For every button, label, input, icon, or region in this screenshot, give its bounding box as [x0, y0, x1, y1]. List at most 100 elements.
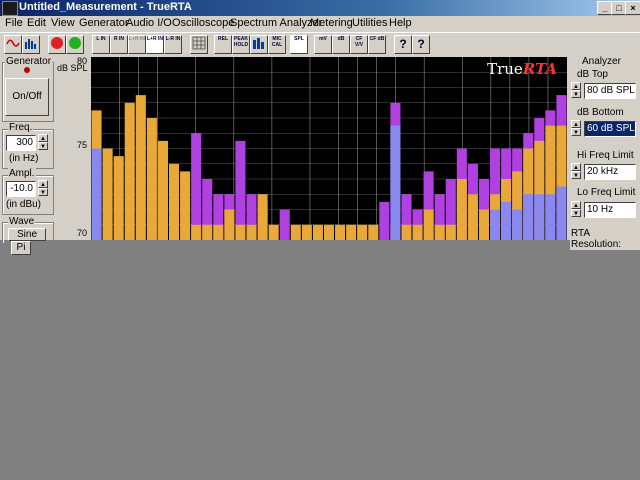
- menu-metering[interactable]: Metering: [310, 17, 353, 29]
- wave-sine-button[interactable]: Sine: [8, 228, 46, 241]
- left-in-button[interactable]: L IN: [92, 35, 110, 54]
- menu-view[interactable]: View: [51, 17, 75, 29]
- lr-in-disabled-button[interactable]: L+R IN: [128, 35, 146, 54]
- orange-bar: [124, 102, 135, 240]
- spectrum-plot: [91, 57, 567, 240]
- orange-bar: [335, 224, 346, 240]
- lr-diff-in-button[interactable]: L-R IN: [164, 35, 182, 54]
- menu-file[interactable]: File: [5, 17, 23, 29]
- bars-button[interactable]: [250, 35, 268, 54]
- hi-freq-spinner[interactable]: ▲ ▼: [571, 163, 581, 181]
- mic-cal-button[interactable]: MIC CAL: [268, 35, 286, 54]
- grid-icon: [192, 36, 206, 50]
- cf-vv-button[interactable]: CF V/V: [350, 35, 368, 54]
- wave-label: Wave: [8, 216, 36, 227]
- lo-freq-input[interactable]: 10 Hz: [584, 202, 636, 218]
- ampl-spinner[interactable]: ▲ ▼: [38, 180, 48, 198]
- blue-bar: [545, 194, 556, 240]
- orange-bar: [257, 194, 268, 240]
- orange-bar: [213, 224, 224, 240]
- mv-button[interactable]: mV: [314, 35, 332, 54]
- freq-input[interactable]: 300: [6, 135, 36, 151]
- orange-bar: [412, 224, 423, 240]
- blue-bar: [91, 148, 102, 240]
- blue-bar: [501, 201, 512, 240]
- analyzer-panel: Analyzer dB Top ▲ ▼ 80 dB SPL dB Bottom ▲…: [567, 56, 640, 250]
- orange-bar: [202, 224, 213, 240]
- menu-oscilloscope[interactable]: Oscilloscope: [172, 17, 234, 29]
- menu-spectrum-analyzer[interactable]: Spectrum Analyzer: [230, 17, 322, 29]
- y-tick-70: 70: [77, 228, 88, 238]
- generator-onoff-button[interactable]: On/Off: [5, 78, 49, 116]
- db-button[interactable]: dB: [332, 35, 350, 54]
- right-in-button[interactable]: R IN: [110, 35, 128, 54]
- go-button[interactable]: [66, 35, 84, 54]
- help-button[interactable]: ?: [394, 35, 412, 54]
- freq-spinner[interactable]: ▲ ▼: [38, 134, 48, 152]
- orange-bar: [323, 224, 335, 240]
- blue-bar: [534, 194, 545, 240]
- spectrum-graph[interactable]: TrueRTA: [55, 57, 567, 240]
- orange-bar: [180, 171, 191, 240]
- menu-audio-io[interactable]: Audio I/O: [126, 17, 172, 29]
- lo-freq-label: Lo Freq Limit: [576, 187, 637, 198]
- y-tick-75: 75: [77, 140, 88, 150]
- go-icon: [69, 37, 81, 49]
- db-top-spinner[interactable]: ▲ ▼: [571, 82, 581, 100]
- orange-bar: [224, 209, 235, 240]
- title-bar: Untitled_Measurement - TrueRTA _ □ ×: [0, 0, 640, 16]
- menu-utilities[interactable]: Utilities: [352, 17, 387, 29]
- y-tick-80: 80: [77, 56, 88, 66]
- menu-generator[interactable]: Generator: [79, 17, 129, 29]
- menu-edit[interactable]: Edit: [27, 17, 46, 29]
- purple-bar: [379, 201, 390, 240]
- freq-unit: (in Hz): [8, 153, 40, 164]
- db-bottom-spinner[interactable]: ▲ ▼: [571, 120, 581, 138]
- orange-bar: [235, 224, 246, 240]
- truerta-logo: TrueRTA: [487, 60, 557, 78]
- grid-button[interactable]: [190, 35, 208, 54]
- stop-icon: [51, 37, 63, 49]
- blue-bar: [556, 186, 567, 240]
- db-bottom-label: dB Bottom: [576, 107, 625, 118]
- close-button[interactable]: ×: [625, 1, 640, 15]
- freq-label: Freq.: [8, 122, 34, 133]
- lr-sum-in-button[interactable]: L+R IN: [146, 35, 164, 54]
- db-bottom-input[interactable]: 60 dB SPL: [584, 121, 636, 137]
- orange-bar: [168, 163, 180, 240]
- spl-button[interactable]: SPL: [290, 35, 308, 54]
- generator-title: Generator: [5, 56, 53, 67]
- blue-bar: [490, 209, 501, 240]
- blue-bar: [390, 125, 401, 240]
- ampl-unit: (in dBu): [5, 199, 43, 210]
- hi-freq-input[interactable]: 20 kHz: [584, 164, 636, 180]
- orange-bar: [290, 224, 301, 240]
- menu-help[interactable]: Help: [389, 17, 412, 29]
- orange-bar: [346, 224, 357, 240]
- orange-bar: [456, 179, 467, 240]
- ampl-input[interactable]: -10.0: [6, 181, 36, 197]
- lo-freq-spinner[interactable]: ▲ ▼: [571, 201, 581, 219]
- orange-bar: [434, 224, 445, 240]
- cf-db-button[interactable]: CF dB: [368, 35, 386, 54]
- rel-button[interactable]: REL: [214, 35, 232, 54]
- stop-button[interactable]: [48, 35, 66, 54]
- window-title: Untitled_Measurement - TrueRTA: [19, 1, 192, 13]
- blue-bar: [523, 194, 534, 240]
- orange-bar: [146, 118, 157, 240]
- purple-bar: [279, 209, 290, 240]
- peak-hold-button[interactable]: PEAK HOLD: [232, 35, 250, 54]
- context-help-button[interactable]: ?: [412, 35, 430, 54]
- rta-resolution-label: RTA Resolution:: [570, 228, 640, 250]
- menu-bar: File Edit View Generator Audio I/O Oscil…: [0, 16, 640, 32]
- wave-pink-button[interactable]: Pi: [11, 241, 31, 255]
- spectrum-view-button[interactable]: [22, 35, 40, 54]
- orange-bar: [357, 224, 368, 240]
- purple-bar: [191, 133, 202, 240]
- db-top-input[interactable]: 80 dB SPL: [584, 83, 636, 99]
- oscilloscope-view-button[interactable]: [4, 35, 22, 54]
- ampl-label: Ampl.: [8, 168, 36, 179]
- db-top-label: dB Top: [576, 69, 609, 80]
- orange-bar: [478, 209, 490, 240]
- orange-bar: [467, 194, 478, 240]
